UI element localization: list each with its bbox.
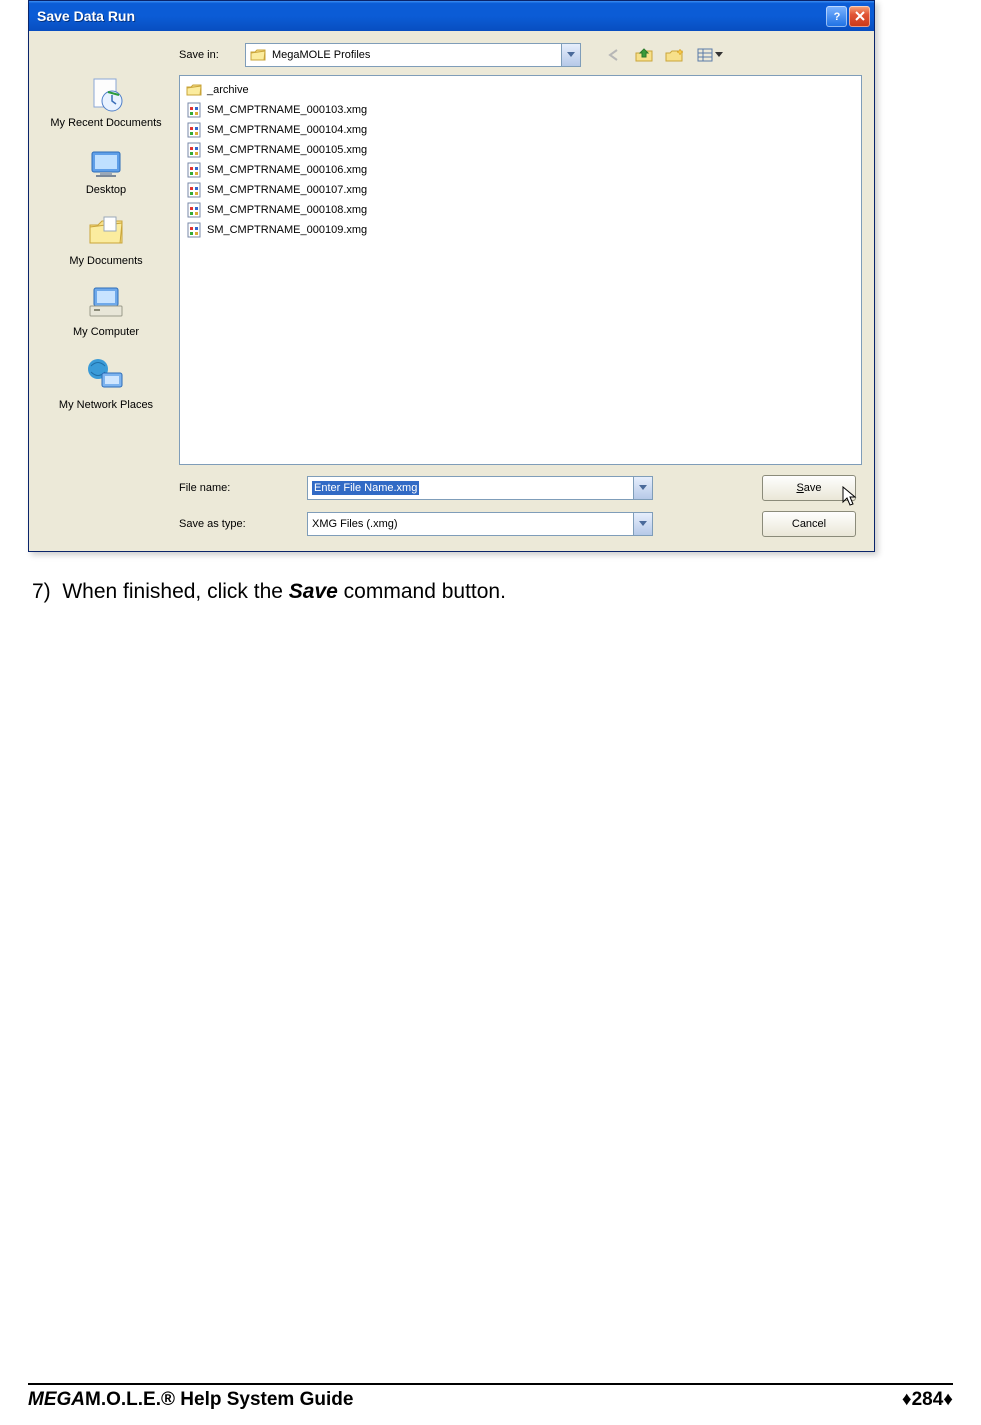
network-places-icon <box>84 355 128 395</box>
window-title: Save Data Run <box>37 8 824 24</box>
list-item[interactable]: SM_CMPTRNAME_000107.xmg <box>186 180 855 200</box>
xmg-file-icon <box>186 142 202 158</box>
list-item[interactable]: SM_CMPTRNAME_000106.xmg <box>186 160 855 180</box>
file-name: SM_CMPTRNAME_000108.xmg <box>207 204 367 216</box>
dropdown-arrow-icon[interactable] <box>633 477 652 499</box>
place-label: My Recent Documents <box>50 117 161 130</box>
desktop-icon <box>86 146 126 180</box>
xmg-file-icon <box>186 182 202 198</box>
close-button[interactable] <box>849 6 870 27</box>
places-bar: My Recent Documents Desktop My Documents <box>41 41 171 537</box>
svg-text:?: ? <box>833 11 840 22</box>
help-button[interactable]: ? <box>826 6 847 27</box>
folder-icon <box>250 48 266 62</box>
place-mycomputer[interactable]: My Computer <box>41 278 171 347</box>
chevron-down-icon <box>715 52 723 58</box>
up-one-level-icon[interactable] <box>635 47 653 63</box>
file-list[interactable]: _archive SM_CMPTRNAME_000103.xmg SM_CMPT… <box>179 75 862 465</box>
page-footer: MEGAM.O.L.E.® Help System Guide ♦284♦ <box>28 1383 953 1411</box>
page-number: 284 <box>912 1389 944 1410</box>
list-item[interactable]: _archive <box>186 80 855 100</box>
cancel-button[interactable]: Cancel <box>762 511 856 537</box>
back-icon[interactable] <box>607 48 623 62</box>
recent-documents-icon <box>86 75 126 113</box>
view-icon <box>697 48 715 62</box>
file-name: _archive <box>207 84 249 96</box>
xmg-file-icon <box>186 202 202 218</box>
place-mydocs[interactable]: My Documents <box>41 207 171 276</box>
cursor-icon <box>841 486 859 508</box>
list-item[interactable]: SM_CMPTRNAME_000109.xmg <box>186 220 855 240</box>
step-number: 7) <box>32 580 51 603</box>
save-in-combo[interactable]: MegaMOLE Profiles <box>245 43 581 67</box>
xmg-file-icon <box>186 222 202 238</box>
save-button[interactable]: Save <box>762 475 856 501</box>
dropdown-arrow-icon[interactable] <box>561 44 580 66</box>
save-as-type-combo[interactable]: XMG Files (.xmg) <box>307 512 653 536</box>
folder-icon <box>186 83 202 97</box>
file-name-value: Enter File Name.xmg <box>312 481 419 495</box>
file-name: SM_CMPTRNAME_000109.xmg <box>207 224 367 236</box>
place-desktop[interactable]: Desktop <box>41 140 171 205</box>
file-name: SM_CMPTRNAME_000106.xmg <box>207 164 367 176</box>
file-name: SM_CMPTRNAME_000104.xmg <box>207 124 367 136</box>
footer-rest: M.O.L.E.® Help System Guide <box>85 1389 353 1410</box>
save-in-value: MegaMOLE Profiles <box>272 49 370 61</box>
file-name: SM_CMPTRNAME_000105.xmg <box>207 144 367 156</box>
place-label: My Documents <box>69 255 142 268</box>
place-label: Desktop <box>86 184 126 197</box>
dropdown-arrow-icon[interactable] <box>633 513 652 535</box>
file-name: SM_CMPTRNAME_000103.xmg <box>207 104 367 116</box>
titlebar[interactable]: Save Data Run ? <box>29 1 874 31</box>
place-label: My Computer <box>73 326 139 339</box>
place-network[interactable]: My Network Places <box>41 349 171 420</box>
diamond-icon: ♦ <box>943 1389 953 1410</box>
list-item[interactable]: SM_CMPTRNAME_000103.xmg <box>186 100 855 120</box>
file-name: SM_CMPTRNAME_000107.xmg <box>207 184 367 196</box>
place-recent[interactable]: My Recent Documents <box>41 69 171 138</box>
save-dialog: Save Data Run ? My Recent Documents <box>28 0 875 552</box>
save-as-type-value: XMG Files (.xmg) <box>308 518 633 530</box>
instruction-step: 7) When finished, click the Save command… <box>28 580 953 604</box>
list-item[interactable]: SM_CMPTRNAME_000105.xmg <box>186 140 855 160</box>
footer-mega: MEGA <box>28 1389 85 1410</box>
list-item[interactable]: SM_CMPTRNAME_000108.xmg <box>186 200 855 220</box>
my-documents-icon <box>84 213 128 251</box>
file-name-label: File name: <box>179 482 307 494</box>
xmg-file-icon <box>186 162 202 178</box>
file-name-field[interactable]: Enter File Name.xmg <box>307 476 653 500</box>
save-as-type-label: Save as type: <box>179 518 307 530</box>
diamond-icon: ♦ <box>902 1389 912 1410</box>
my-computer-icon <box>84 284 128 322</box>
save-in-label: Save in: <box>179 49 237 61</box>
view-menu-button[interactable] <box>697 48 723 62</box>
xmg-file-icon <box>186 102 202 118</box>
place-label: My Network Places <box>59 399 153 412</box>
new-folder-icon[interactable] <box>665 47 685 63</box>
xmg-file-icon <box>186 122 202 138</box>
list-item[interactable]: SM_CMPTRNAME_000104.xmg <box>186 120 855 140</box>
